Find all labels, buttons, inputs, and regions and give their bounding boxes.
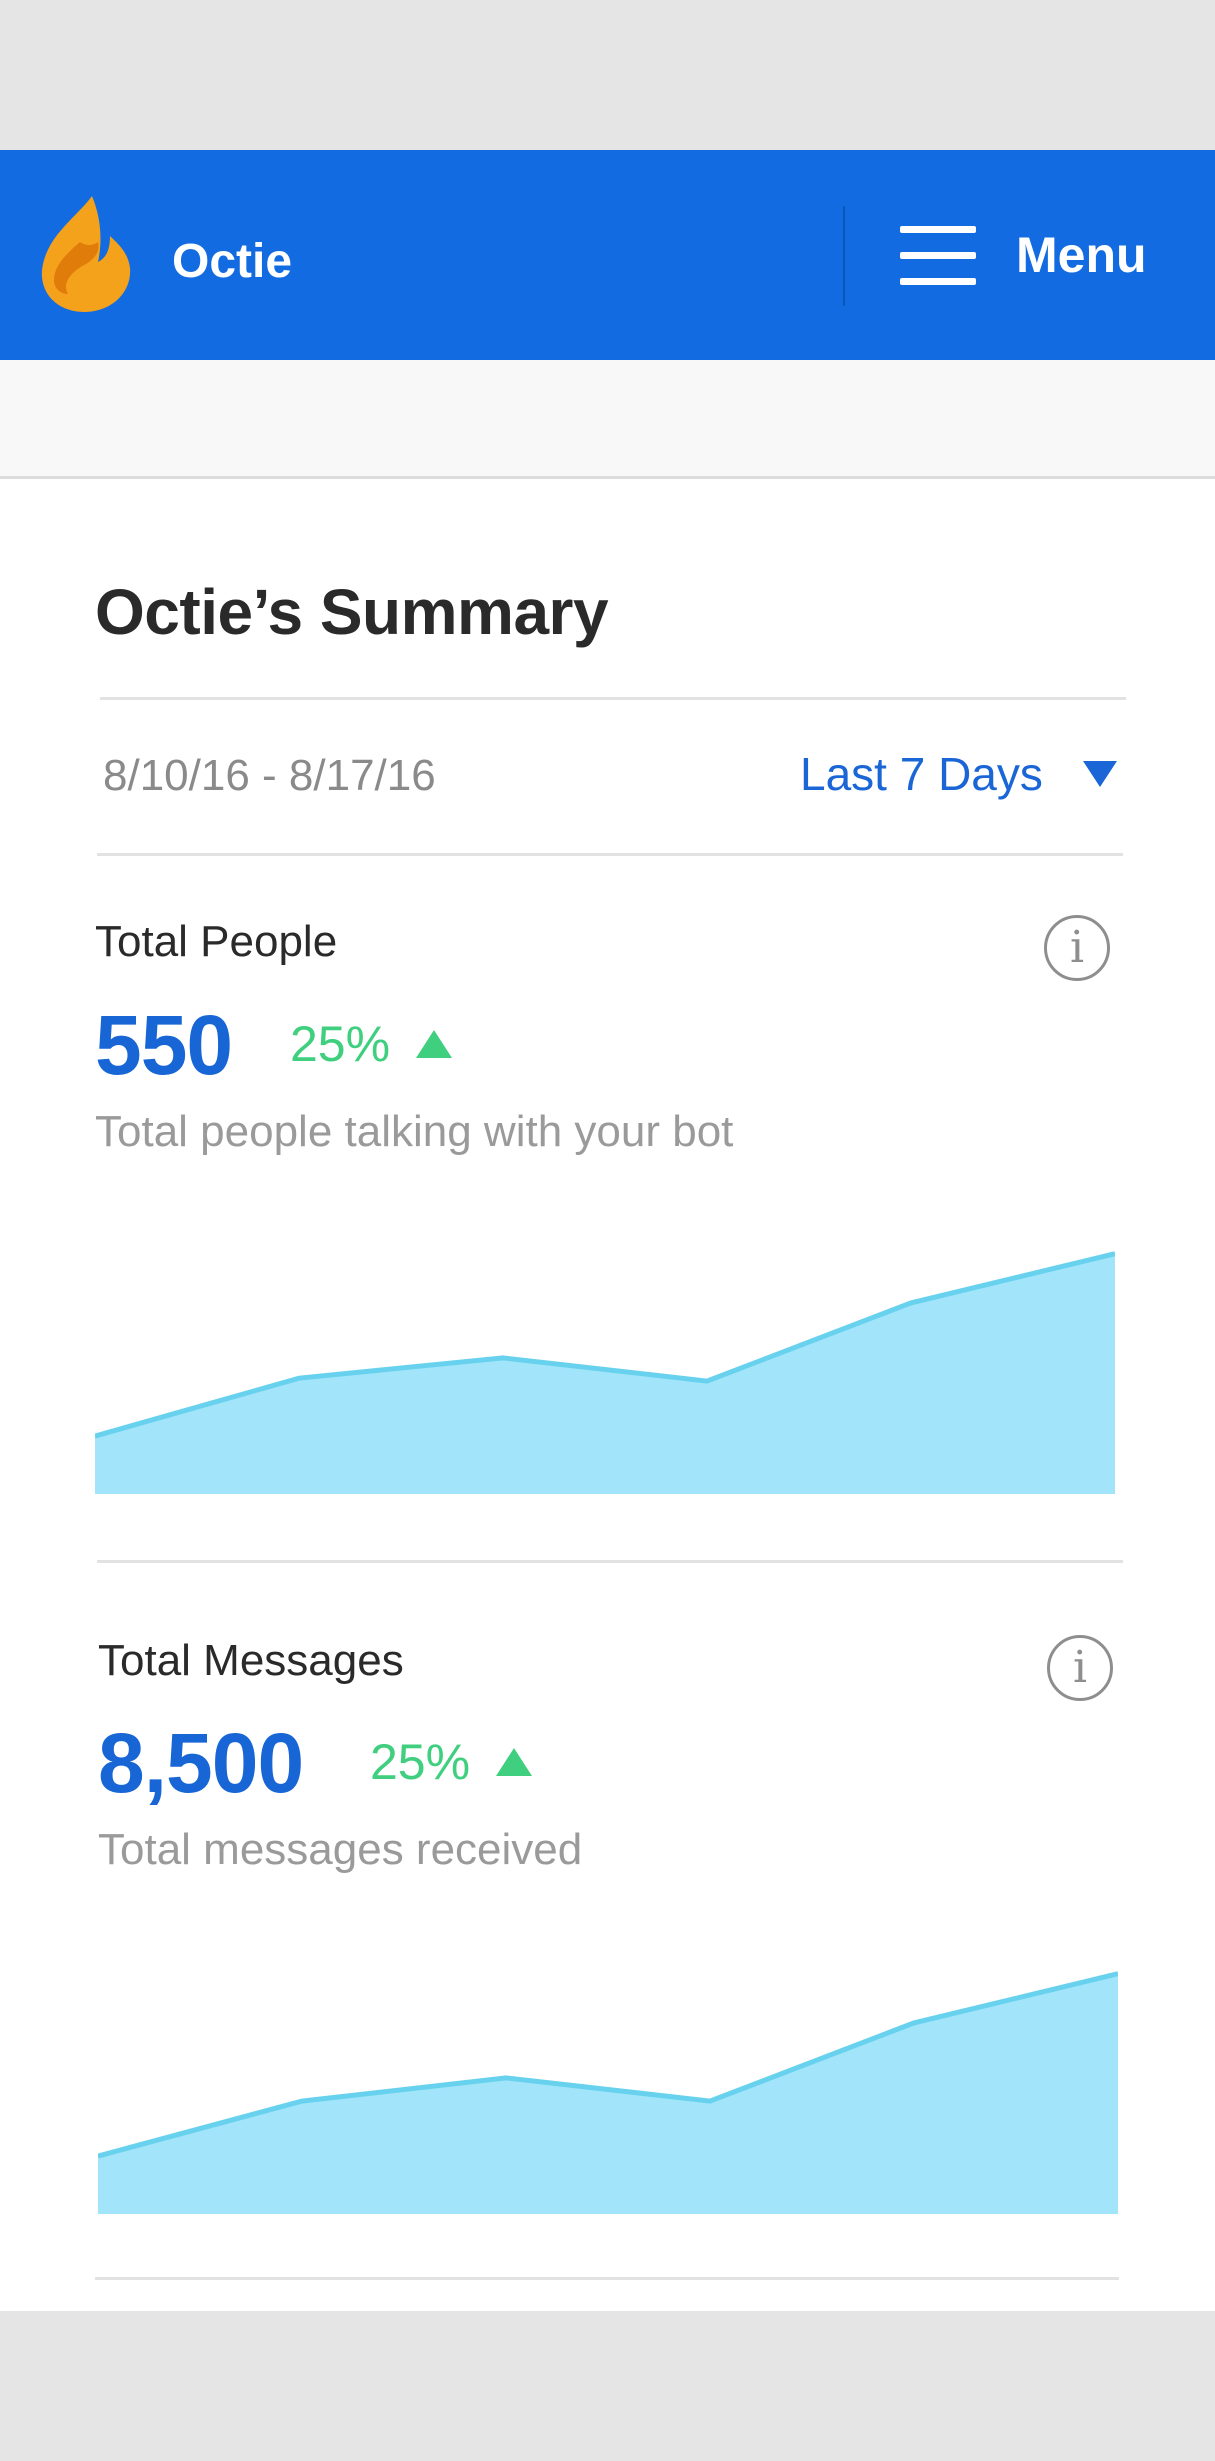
date-range-label: Last 7 Days: [800, 748, 1043, 800]
info-icon[interactable]: i: [1047, 1635, 1113, 1701]
divider: [95, 2277, 1119, 2280]
divider: [97, 853, 1123, 856]
top-navbar: Octie Menu: [0, 150, 1215, 360]
nav-divider: [843, 206, 845, 306]
summary-card: Octie’s Summary 8/10/16 - 8/17/16 Last 7…: [0, 479, 1215, 2311]
bottom-area: [0, 2311, 1215, 2461]
metric-label: Total People: [95, 917, 338, 966]
metric-description: Total people talking with your bot: [95, 1107, 734, 1156]
total-messages-area-chart: [98, 1971, 1118, 2214]
metric-description: Total messages received: [98, 1825, 583, 1874]
date-range: 8/10/16 - 8/17/16: [103, 751, 436, 800]
change-percent: 25%: [370, 1734, 471, 1790]
change-percent: 25%: [290, 1016, 391, 1072]
metric-value: 8,500: [98, 1716, 304, 1810]
status-bar-area: [0, 0, 1215, 150]
metric-change: 25%: [290, 1015, 453, 1073]
divider: [100, 697, 1126, 700]
menu-button[interactable]: Menu: [900, 200, 1180, 310]
arrow-up-icon: [496, 1748, 533, 1776]
page-title: Octie’s Summary: [95, 576, 609, 648]
metric-value: 550: [95, 998, 233, 1092]
caret-down-icon: [1082, 761, 1117, 787]
hamburger-icon: [900, 224, 976, 286]
total-people-area-chart: [95, 1251, 1115, 1494]
divider: [97, 1560, 1123, 1563]
brand-name[interactable]: Octie: [172, 234, 292, 289]
metric-label: Total Messages: [98, 1636, 404, 1685]
arrow-up-icon: [416, 1030, 453, 1058]
date-range-dropdown[interactable]: Last 7 Days: [800, 747, 1117, 801]
menu-label: Menu: [1016, 227, 1147, 283]
info-icon[interactable]: i: [1044, 915, 1110, 981]
sub-header-bar: [0, 360, 1215, 479]
flame-logo-icon[interactable]: [40, 192, 132, 312]
metric-change: 25%: [370, 1733, 533, 1791]
